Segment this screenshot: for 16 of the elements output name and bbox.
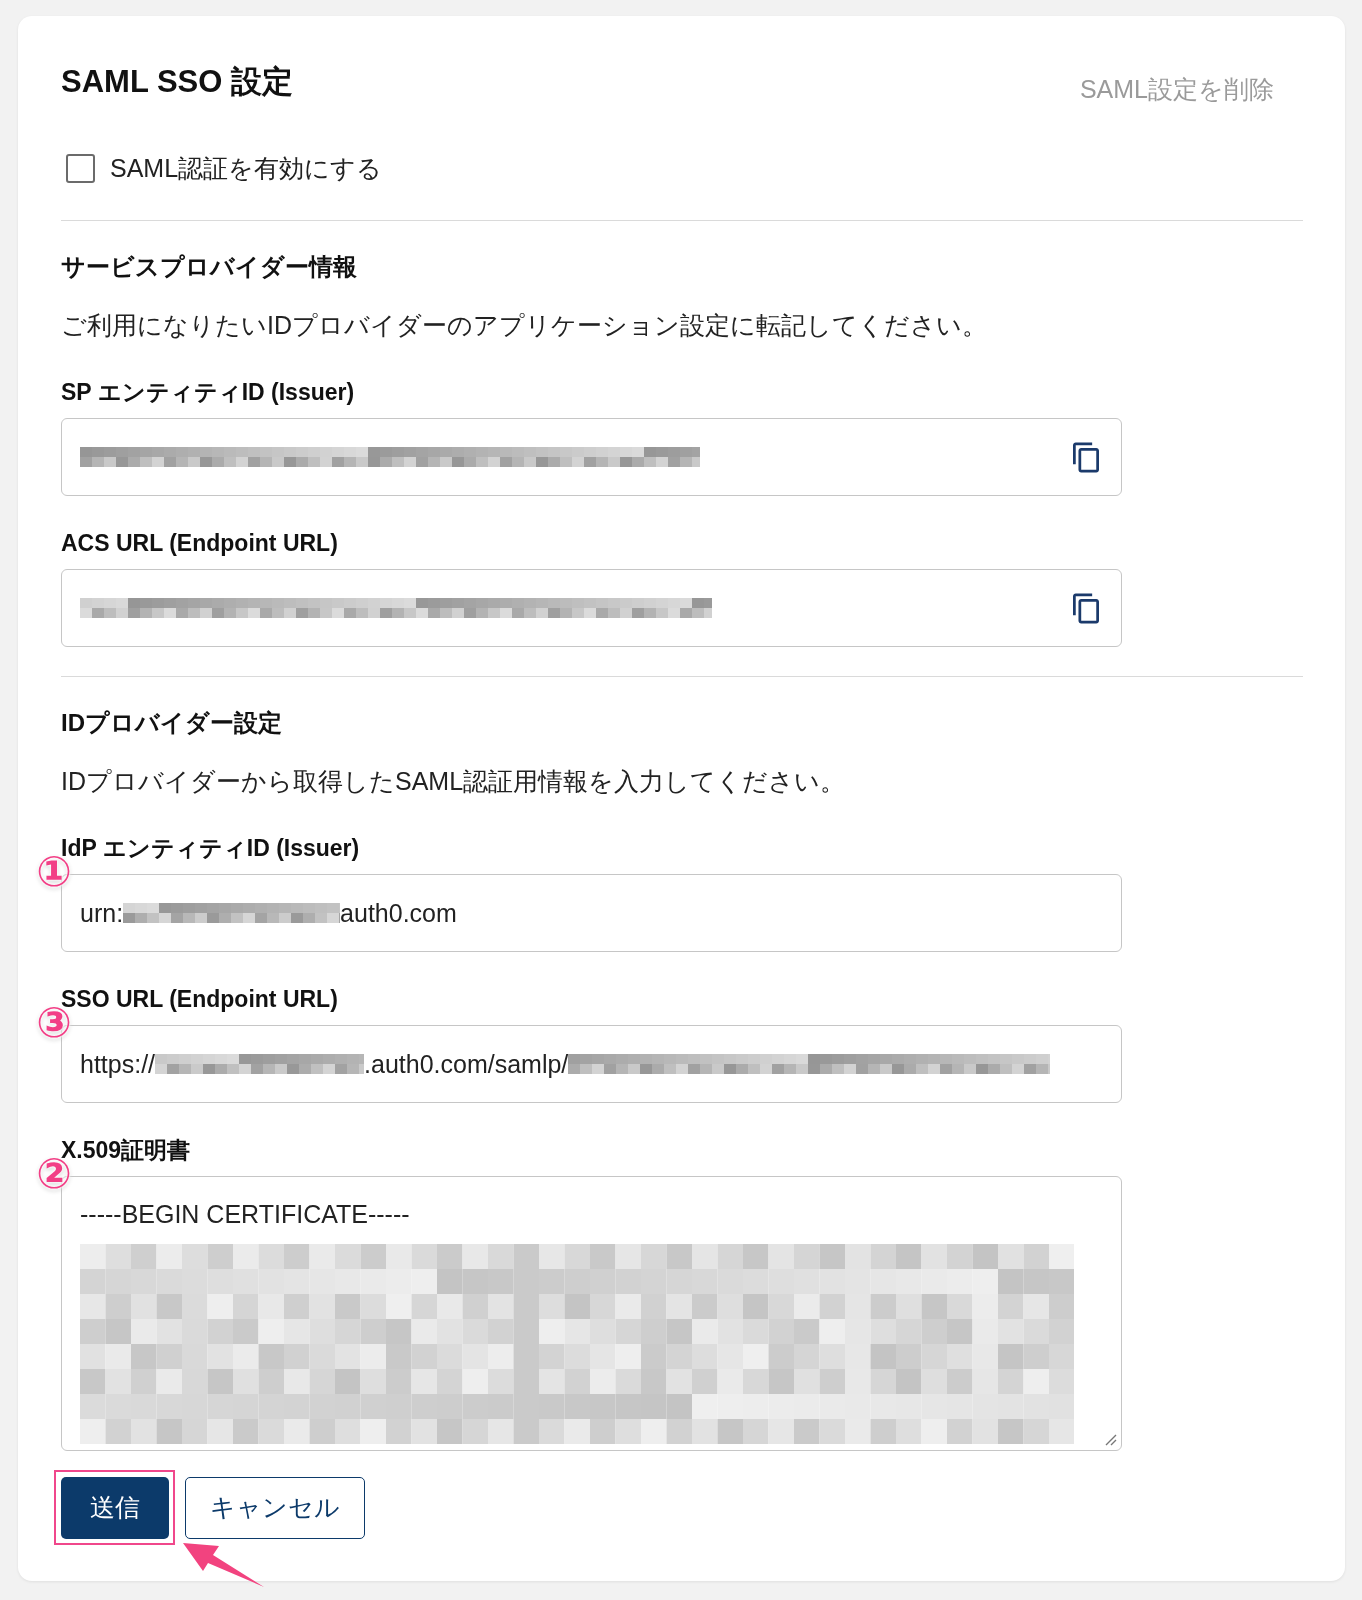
copy-icon[interactable] [1073, 592, 1099, 624]
field-label: SP エンティティID (Issuer) [61, 378, 355, 407]
input-field[interactable] [61, 418, 1122, 496]
checkbox-label: SAML認証を有効にする [110, 153, 383, 184]
cancel-button[interactable]: キャンセル [185, 1476, 365, 1539]
copy-icon[interactable] [1073, 441, 1099, 473]
field-label: ACS URL (Endpoint URL) [61, 529, 338, 558]
submit-button[interactable]: 送信 [60, 1476, 169, 1539]
section-heading: サービスプロバイダー情報 [61, 252, 357, 282]
section-heading: IDプロバイダー設定 [61, 708, 282, 738]
section-description: IDプロバイダーから取得したSAML認証用情報を入力してください。 [61, 766, 846, 797]
section-description: ご利用になりたいIDプロバイダーのアプリケーション設定に転記してください。 [61, 310, 987, 341]
page-title: SAML SSO 設定 [61, 63, 293, 101]
checkbox[interactable] [66, 153, 95, 183]
resize-handle-icon[interactable] [1105, 1434, 1117, 1446]
input-field[interactable] [61, 569, 1122, 647]
